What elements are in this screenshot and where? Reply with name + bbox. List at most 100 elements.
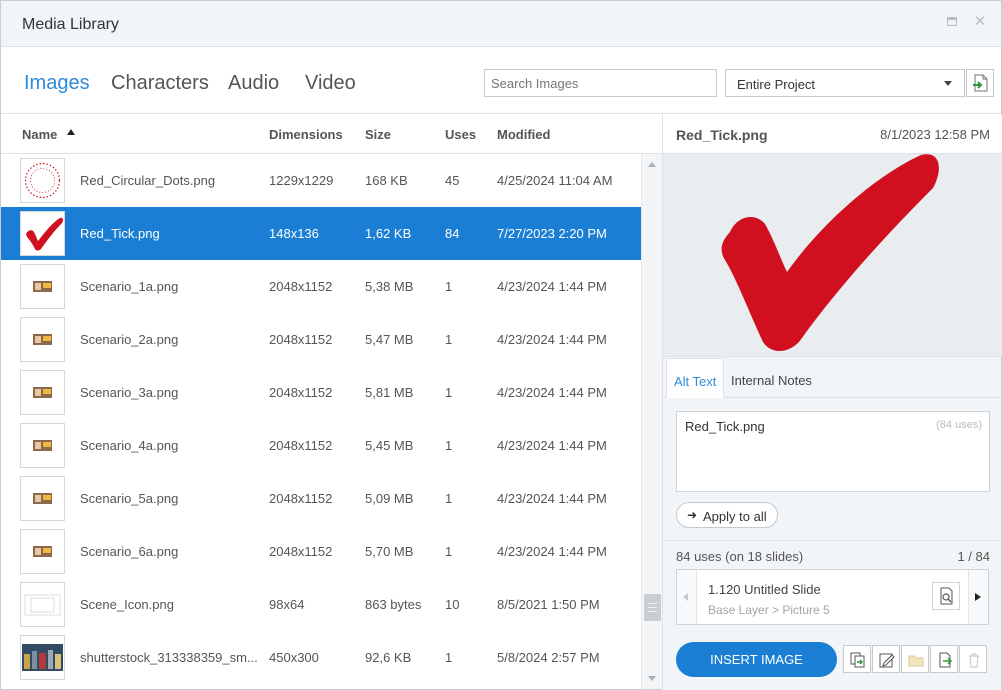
modified-cell: 4/25/2024 11:04 AM [497, 173, 613, 188]
file-name-cell: Scene_Icon.png [80, 597, 174, 612]
insert-image-button[interactable]: INSERT IMAGE [676, 642, 837, 677]
col-dimensions[interactable]: Dimensions [269, 127, 343, 142]
arrow-right-icon: ➜ [687, 508, 698, 522]
open-folder-button[interactable] [901, 645, 929, 673]
sort-ascending-icon [67, 129, 75, 135]
next-usage-icon[interactable] [975, 593, 981, 601]
modified-cell: 4/23/2024 1:44 PM [497, 491, 607, 506]
thumbnail-image [20, 317, 65, 362]
maximize-icon[interactable] [943, 13, 961, 31]
edit-button[interactable] [872, 645, 900, 673]
scope-dropdown[interactable]: Entire Project [725, 69, 965, 97]
table-row[interactable]: Scenario_4a.png 2048x1152 5,45 MB 1 4/23/202… [1, 419, 641, 472]
modified-cell: 4/23/2024 1:44 PM [497, 279, 607, 294]
size-cell: 168 KB [365, 173, 408, 188]
uses-cell: 10 [445, 597, 460, 612]
dimensions-cell: 2048x1152 [269, 279, 333, 294]
table-row[interactable]: Scenario_2a.png 2048x1152 5,47 MB 1 4/23/202… [1, 313, 641, 366]
dimensions-cell: 2048x1152 [269, 332, 333, 347]
dimensions-cell: 2048x1152 [269, 438, 333, 453]
previous-usage-icon[interactable] [683, 593, 688, 601]
scroll-down-icon[interactable] [648, 676, 656, 681]
details-tabs: Alt Text Internal Notes [663, 358, 1002, 398]
red-tick-preview-image [721, 154, 939, 351]
tab-images[interactable]: Images [24, 72, 90, 95]
col-name[interactable]: Name [22, 127, 57, 142]
table-row[interactable]: Scenario_3a.png 2048x1152 5,81 MB 1 4/23/202… [1, 366, 641, 419]
tab-internal-notes[interactable]: Internal Notes [724, 358, 819, 398]
col-modified[interactable]: Modified [497, 127, 550, 142]
tab-characters[interactable]: Characters [111, 72, 209, 95]
thumbnail-image [20, 158, 65, 203]
size-cell: 5,81 MB [365, 385, 414, 400]
tab-video[interactable]: Video [305, 72, 356, 95]
table-row[interactable]: Scenario_1a.png 2048x1152 5,38 MB 1 4/23/202… [1, 260, 641, 313]
slide-usage-card: 1.120 Untitled Slide Base Layer > Pictur… [676, 569, 989, 625]
details-header: Red_Tick.png 8/1/2023 12:58 PM [663, 115, 1002, 154]
export-button[interactable] [930, 645, 958, 673]
uses-cell: 1 [445, 491, 453, 506]
table-row[interactable]: Scenario_5a.png 2048x1152 5,09 MB 1 4/23/202… [1, 472, 641, 525]
chevron-down-icon [944, 81, 952, 86]
uses-position: 1 / 84 [957, 549, 990, 564]
folder-icon [908, 655, 924, 667]
delete-button[interactable] [959, 645, 987, 673]
edit-pencil-icon [879, 653, 895, 668]
table-row[interactable]: shutterstock_313338359_sm... 450x300 92,6 … [1, 631, 641, 684]
alt-text-field[interactable]: Red_Tick.png (84 uses) [676, 411, 990, 492]
size-cell: 92,6 KB [365, 650, 412, 665]
uses-cell: 84 [445, 226, 460, 241]
dimensions-cell: 2048x1152 [269, 544, 333, 559]
scrollbar-thumb[interactable] [644, 594, 661, 621]
import-button[interactable] [966, 69, 994, 97]
trash-icon [969, 653, 979, 668]
file-name-cell: Red_Circular_Dots.png [80, 173, 216, 188]
thumbnail-image [20, 635, 65, 680]
size-cell: 5,38 MB [365, 279, 414, 294]
scroll-up-icon[interactable] [648, 162, 656, 167]
slide-title: 1.120 Untitled Slide [708, 582, 821, 597]
table-row[interactable]: Red_Circular_Dots.png 1229x1229 168 KB 45 4/… [1, 154, 641, 207]
duplicate-button[interactable] [843, 645, 871, 673]
tab-audio[interactable]: Audio [228, 72, 279, 95]
size-cell: 863 bytes [365, 597, 422, 612]
media-library-window: Media Library ✕ Images Characters Audio … [0, 0, 1002, 690]
close-icon[interactable]: ✕ [971, 13, 989, 31]
file-name-cell: Scenario_6a.png [80, 544, 179, 559]
uses-cell: 1 [445, 650, 453, 665]
size-cell: 5,09 MB [365, 491, 414, 506]
dimensions-cell: 2048x1152 [269, 385, 333, 400]
apply-to-all-button[interactable]: ➜ Apply to all [676, 502, 778, 528]
modified-cell: 4/23/2024 1:44 PM [497, 544, 607, 559]
modified-cell: 4/23/2024 1:44 PM [497, 332, 607, 347]
modified-cell: 7/27/2023 2:20 PM [497, 226, 607, 241]
uses-cell: 1 [445, 544, 453, 559]
alt-uses-count: (84 uses) [936, 419, 982, 431]
window-title: Media Library [22, 16, 119, 33]
table-row[interactable]: Scenario_6a.png 2048x1152 5,70 MB 1 4/23/202… [1, 525, 641, 578]
apply-to-all-label: Apply to all [703, 509, 767, 524]
col-uses[interactable]: Uses [445, 127, 476, 142]
modified-cell: 8/5/2021 1:50 PM [497, 597, 600, 612]
col-size[interactable]: Size [365, 127, 391, 142]
size-cell: 5,45 MB [365, 438, 414, 453]
slide-layer-path: Base Layer > Picture 5 [708, 603, 830, 617]
divider [663, 540, 1002, 541]
column-headers: Name Dimensions Size Uses Modified [1, 115, 662, 154]
dimensions-cell: 98x64 [269, 597, 305, 612]
alt-text-value: Red_Tick.png [685, 419, 765, 434]
search-input[interactable] [484, 69, 717, 97]
uses-cell: 1 [445, 438, 453, 453]
title-bar: Media Library ✕ [1, 1, 1001, 47]
size-cell: 1,62 KB [365, 226, 412, 241]
list-scrollbar[interactable] [641, 154, 662, 689]
go-to-slide-button[interactable] [932, 582, 960, 610]
dimensions-cell: 1229x1229 [269, 173, 334, 188]
table-row[interactable]: Scene_Icon.png 98x64 863 bytes 10 8/5/2021 1… [1, 578, 641, 631]
tab-alt-text[interactable]: Alt Text [666, 358, 725, 398]
details-date: 8/1/2023 12:58 PM [880, 127, 990, 142]
file-name-cell: Scenario_3a.png [80, 385, 179, 400]
table-row[interactable]: Red_Tick.png 148x136 1,62 KB 84 7/27/2023 2:… [1, 207, 641, 260]
thumbnail-image [20, 370, 65, 415]
slide-usage-item[interactable]: 1.120 Untitled Slide Base Layer > Pictur… [696, 570, 969, 624]
